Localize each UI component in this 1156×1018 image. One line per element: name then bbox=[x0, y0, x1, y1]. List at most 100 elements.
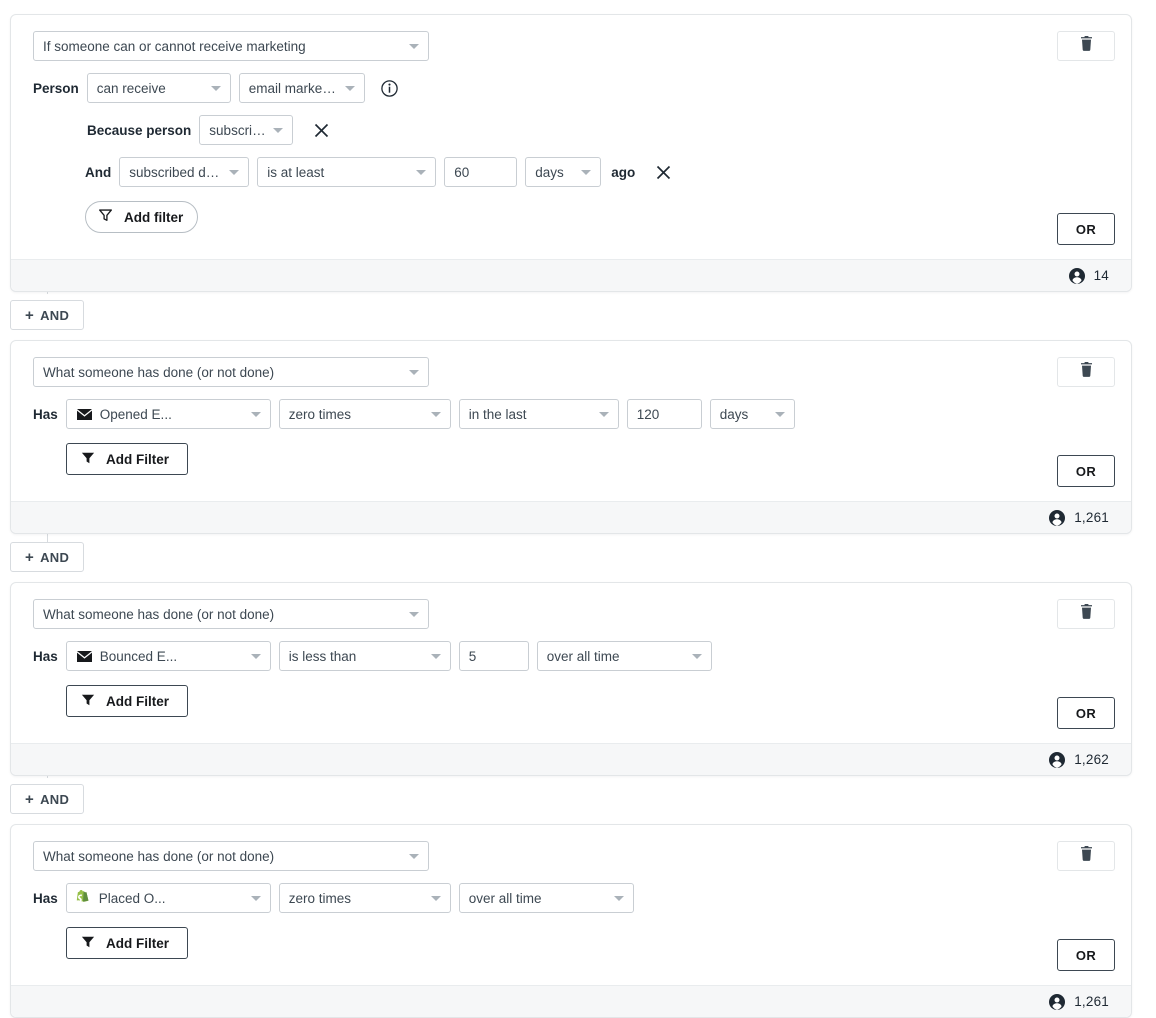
marketing-channel-select[interactable]: email marketing bbox=[238, 73, 365, 103]
add-filter-label-3: Add Filter bbox=[106, 693, 169, 709]
metric-value-4: Placed O... bbox=[98, 890, 166, 906]
frequency-select-4[interactable]: zero times bbox=[278, 883, 451, 913]
and-subscribed-date-row: And subscribed date is at least 60 days … bbox=[33, 157, 1115, 187]
close-icon bbox=[656, 165, 670, 179]
subscribed-reason-select[interactable]: subscribed bbox=[199, 115, 294, 145]
condition-card-2: What someone has done (or not done) Has … bbox=[10, 340, 1132, 534]
timeframe-select-2[interactable]: in the last bbox=[458, 399, 619, 429]
trash-icon bbox=[1080, 846, 1093, 866]
remove-and-row-button[interactable] bbox=[653, 162, 673, 182]
timeframe-unit-value-2: days bbox=[719, 406, 749, 422]
and-connector-1: + AND bbox=[0, 292, 1156, 340]
can-receive-select[interactable]: can receive bbox=[86, 73, 231, 103]
condition-type-select-1[interactable]: If someone can or cannot receive marketi… bbox=[33, 31, 429, 61]
or-button-3[interactable]: OR bbox=[1057, 697, 1115, 729]
add-and-button-1[interactable]: + AND bbox=[10, 300, 85, 330]
subscribed-date-field-select[interactable]: subscribed date bbox=[119, 157, 250, 187]
date-operator-select[interactable]: is at least bbox=[257, 157, 437, 187]
add-filter-label-2: Add Filter bbox=[106, 451, 169, 467]
add-filter-row-4: Add Filter bbox=[33, 927, 1115, 959]
frequency-select-3[interactable]: is less than bbox=[278, 641, 451, 671]
condition-card-1-body: If someone can or cannot receive marketi… bbox=[11, 15, 1131, 259]
chevron-down-icon bbox=[613, 895, 624, 901]
metric-select-4[interactable]: Placed O... bbox=[65, 883, 271, 913]
condition-type-value-3: What someone has done (or not done) bbox=[43, 606, 275, 622]
info-icon[interactable] bbox=[381, 79, 398, 97]
trash-icon bbox=[1080, 36, 1093, 56]
or-button-2[interactable]: OR bbox=[1057, 455, 1115, 487]
metric-select-3[interactable]: Bounced E... bbox=[65, 641, 271, 671]
delete-condition-button-1[interactable] bbox=[1057, 31, 1115, 61]
subscribed-reason-value: subscribed bbox=[209, 122, 266, 138]
chevron-down-icon bbox=[229, 169, 240, 175]
timeframe-value-4: over all time bbox=[468, 890, 542, 906]
delete-condition-button-2[interactable] bbox=[1057, 357, 1115, 387]
delete-condition-button-3[interactable] bbox=[1057, 599, 1115, 629]
subscribed-date-field-value: subscribed date bbox=[129, 164, 223, 180]
or-button-4[interactable]: OR bbox=[1057, 939, 1115, 971]
condition-type-select-2[interactable]: What someone has done (or not done) bbox=[33, 357, 429, 387]
condition-card-1: If someone can or cannot receive marketi… bbox=[10, 14, 1132, 292]
frequency-value-4: zero times bbox=[288, 890, 352, 906]
date-operator-value: is at least bbox=[267, 164, 325, 180]
timeframe-amount-input-2[interactable]: 120 bbox=[626, 399, 702, 429]
condition-type-select-4[interactable]: What someone has done (or not done) bbox=[33, 841, 429, 871]
can-receive-value: can receive bbox=[96, 80, 166, 96]
add-filter-label-4: Add Filter bbox=[106, 935, 169, 951]
date-unit-select[interactable]: days bbox=[525, 157, 602, 187]
person-icon bbox=[1049, 993, 1066, 1010]
profile-count-value-4: 1,261 bbox=[1074, 994, 1109, 1009]
condition-card-3: What someone has done (or not done) Has … bbox=[10, 582, 1132, 776]
add-filter-button-3[interactable]: Add Filter bbox=[66, 685, 188, 717]
filter-funnel-icon bbox=[98, 208, 113, 226]
or-button-1[interactable]: OR bbox=[1057, 213, 1115, 245]
timeframe-unit-select-2[interactable]: days bbox=[709, 399, 795, 429]
frequency-value-2: zero times bbox=[288, 406, 352, 422]
timeframe-select-3[interactable]: over all time bbox=[536, 641, 712, 671]
person-label: Person bbox=[33, 80, 79, 96]
add-filter-button-2[interactable]: Add Filter bbox=[66, 443, 188, 475]
chevron-down-icon bbox=[409, 369, 419, 375]
add-filter-label-1: Add filter bbox=[124, 209, 184, 225]
trash-icon bbox=[1080, 362, 1093, 382]
segment-builder: If someone can or cannot receive marketi… bbox=[0, 0, 1156, 1018]
chevron-down-icon bbox=[430, 895, 441, 901]
condition-card-3-footer: 1,262 bbox=[11, 743, 1131, 775]
metric-value-3: Bounced E... bbox=[99, 648, 178, 664]
marketing-channel-value: email marketing bbox=[248, 80, 338, 96]
add-filter-button-4[interactable]: Add Filter bbox=[66, 927, 188, 959]
frequency-amount-input-3[interactable]: 5 bbox=[458, 641, 529, 671]
add-and-button-2[interactable]: + AND bbox=[10, 542, 85, 572]
frequency-value-3: is less than bbox=[288, 648, 357, 664]
remove-because-person-button[interactable] bbox=[311, 120, 331, 140]
profile-count-1: 14 bbox=[1068, 267, 1109, 284]
frequency-select-2[interactable]: zero times bbox=[278, 399, 451, 429]
condition-type-select-3[interactable]: What someone has done (or not done) bbox=[33, 599, 429, 629]
chevron-down-icon bbox=[250, 653, 261, 659]
or-label-2: OR bbox=[1075, 463, 1097, 479]
has-metric-row-2: Has Opened E... zero times in the last 1… bbox=[33, 399, 1115, 429]
or-label-1: OR bbox=[1075, 221, 1097, 237]
metric-select-2[interactable]: Opened E... bbox=[65, 399, 271, 429]
condition-card-4: What someone has done (or not done) Has … bbox=[10, 824, 1132, 1018]
timeframe-value-3: over all time bbox=[546, 648, 620, 664]
profile-count-4: 1,261 bbox=[1049, 993, 1109, 1010]
filter-funnel-icon bbox=[81, 693, 95, 710]
date-amount-input[interactable]: 60 bbox=[444, 157, 518, 187]
delete-condition-button-4[interactable] bbox=[1057, 841, 1115, 871]
because-person-label: Because person bbox=[87, 122, 192, 138]
chevron-down-icon bbox=[691, 653, 702, 659]
condition-type-row-1: If someone can or cannot receive marketi… bbox=[33, 31, 1115, 61]
because-person-row: Because person subscribed bbox=[33, 115, 1115, 145]
or-label-3: OR bbox=[1075, 705, 1097, 721]
condition-card-1-footer: 14 bbox=[11, 259, 1131, 291]
timeframe-select-4[interactable]: over all time bbox=[458, 883, 634, 913]
condition-type-value-1: If someone can or cannot receive marketi… bbox=[43, 38, 306, 54]
add-filter-button-1[interactable]: Add filter bbox=[85, 201, 199, 233]
add-and-button-3[interactable]: + AND bbox=[10, 784, 85, 814]
condition-type-value-4: What someone has done (or not done) bbox=[43, 848, 275, 864]
and-connector-label-1: AND bbox=[40, 307, 70, 323]
has-label-2: Has bbox=[33, 406, 58, 422]
condition-card-4-footer: 1,261 bbox=[11, 985, 1131, 1017]
chevron-down-icon bbox=[430, 653, 441, 659]
